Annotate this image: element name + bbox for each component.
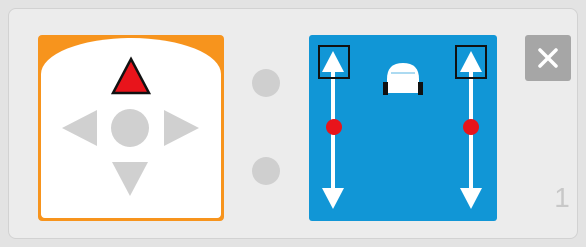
triangle-up-icon[interactable] — [110, 56, 152, 95]
block-index-label: 1 — [554, 182, 570, 213]
double-arrow-right-icon[interactable] — [455, 45, 487, 209]
triangle-right-icon[interactable] — [164, 110, 199, 146]
tank-drive-svg — [318, 45, 487, 209]
close-icon — [538, 48, 558, 68]
left-slider-knob[interactable] — [326, 119, 342, 135]
dpad-svg — [62, 56, 199, 196]
indicator-bottom — [252, 157, 280, 185]
double-arrow-left-icon[interactable] — [318, 45, 350, 209]
indicator-top — [252, 69, 280, 97]
circle-center-icon[interactable] — [111, 109, 149, 147]
tank-drive-block[interactable] — [309, 35, 497, 221]
triangle-left-icon[interactable] — [62, 110, 97, 146]
right-slider-knob[interactable] — [463, 119, 479, 135]
robot-icon — [383, 63, 423, 95]
dpad-block[interactable] — [38, 35, 224, 221]
triangle-down-icon[interactable] — [112, 162, 148, 196]
close-button[interactable] — [525, 35, 571, 81]
